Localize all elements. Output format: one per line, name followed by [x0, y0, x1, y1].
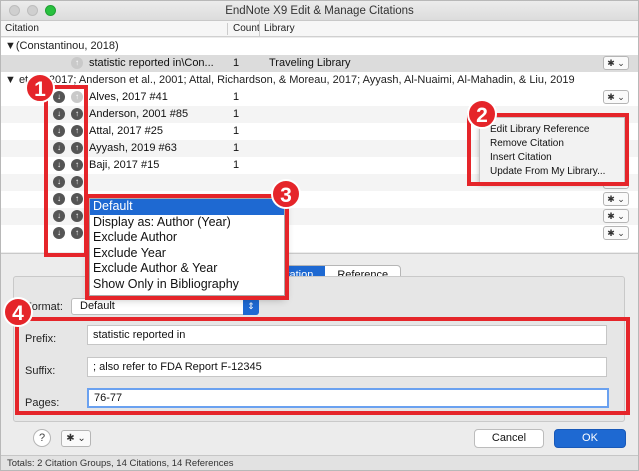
citation-count: 1 — [233, 91, 240, 103]
citation-count: 1 — [233, 57, 240, 69]
gear-menu-button[interactable]: ✱ ⌄ — [603, 56, 629, 70]
move-down-icon[interactable]: ↓ — [53, 176, 65, 188]
format-option-default[interactable]: Default — [90, 199, 284, 215]
sort-indicator-icon — [227, 23, 228, 35]
cancel-button[interactable]: Cancel — [474, 429, 544, 448]
suffix-input[interactable]: ; also refer to FDA Report F-12345 — [87, 357, 607, 377]
move-down-icon[interactable]: ↓ — [53, 193, 65, 205]
move-up-icon[interactable]: ↑ — [71, 193, 83, 205]
prefix-label: Prefix: — [25, 333, 57, 345]
group-label: ▼(Constantinou, 2018) — [5, 40, 119, 52]
format-option-author-year[interactable]: Display as: Author (Year) — [90, 215, 284, 231]
prefix-input[interactable]: statistic reported in — [87, 325, 607, 345]
suffix-label: Suffix: — [25, 365, 56, 377]
move-up-icon[interactable]: ↑ — [71, 227, 83, 239]
title-bar: EndNote X9 Edit & Manage Citations — [1, 1, 638, 21]
citation-text: Anderson, 2001 #85 — [89, 108, 189, 120]
format-option-exclude-year[interactable]: Exclude Year — [90, 246, 284, 262]
move-up-icon[interactable]: ↑ — [71, 210, 83, 222]
gear-menu-button[interactable]: ✱ ⌄ — [61, 430, 91, 447]
callout-badge-2: 2 — [467, 99, 497, 129]
move-down-icon[interactable]: ↓ — [53, 227, 65, 239]
format-option-exclude-author-year[interactable]: Exclude Author & Year — [90, 261, 284, 277]
callout-badge-4: 4 — [3, 297, 33, 327]
move-up-icon[interactable]: ↑ — [71, 142, 83, 154]
count-column-header[interactable]: Count — [233, 21, 260, 37]
group-label: ▼ et al., 2017; Anderson et al., 2001; A… — [5, 74, 575, 86]
close-button[interactable] — [9, 5, 20, 16]
menu-item-remove-citation[interactable]: Remove Citation — [490, 137, 624, 151]
move-up-icon: ↑ — [71, 57, 83, 69]
citation-text: statistic reported in\Con... — [89, 57, 214, 69]
gear-menu-button[interactable]: ✱ ⌄ — [603, 90, 629, 104]
citation-library: Traveling Library — [269, 57, 351, 69]
endnote-window: EndNote X9 Edit & Manage Citations Citat… — [0, 0, 639, 471]
citation-row[interactable]: ↑ statistic reported in\Con... 1 Traveli… — [1, 55, 638, 72]
citation-count: 1 — [233, 142, 240, 154]
library-column-header[interactable]: Library — [259, 21, 295, 37]
citation-text: Ayyash, 2019 #63 — [89, 142, 177, 154]
citation-group-row[interactable]: ▼ et al., 2017; Anderson et al., 2001; A… — [1, 72, 638, 89]
move-up-icon[interactable]: ↑ — [71, 125, 83, 137]
move-up-icon[interactable]: ↑ — [71, 108, 83, 120]
citation-column-header[interactable]: Citation — [5, 21, 39, 37]
zoom-button[interactable] — [45, 5, 56, 16]
move-up-icon: ↑ — [71, 91, 83, 103]
minimize-button[interactable] — [27, 5, 38, 16]
gear-menu-button[interactable]: ✱ ⌄ — [603, 192, 629, 206]
column-header: Citation Count Library — [1, 21, 638, 37]
move-up-icon[interactable]: ↑ — [71, 176, 83, 188]
citation-count: 1 — [233, 108, 240, 120]
menu-item-edit-library-reference[interactable]: Edit Library Reference — [490, 123, 624, 137]
citation-group-row[interactable]: ▼(Constantinou, 2018) — [1, 38, 638, 55]
citation-count: 1 — [233, 159, 240, 171]
format-option-exclude-author[interactable]: Exclude Author — [90, 230, 284, 246]
callout-badge-3: 3 — [271, 179, 301, 209]
ok-button[interactable]: OK — [554, 429, 626, 448]
format-select-value: Default — [80, 300, 115, 312]
move-down-icon[interactable]: ↓ — [53, 142, 65, 154]
move-down-icon[interactable]: ↓ — [53, 125, 65, 137]
citation-text: Alves, 2017 #41 — [89, 91, 168, 103]
format-select[interactable]: Default ⇕ — [71, 298, 259, 315]
gear-menu-button[interactable]: ✱ ⌄ — [603, 226, 629, 240]
pages-label: Pages: — [25, 397, 60, 409]
gear-menu-button[interactable]: ✱ ⌄ — [603, 209, 629, 223]
format-option-bibliography-only[interactable]: Show Only in Bibliography — [90, 277, 284, 293]
format-dropdown-menu: Default Display as: Author (Year) Exclud… — [89, 198, 285, 296]
window-controls — [9, 5, 56, 16]
citation-row[interactable]: ↓ ↑ Alves, 2017 #41 1 ✱ ⌄ — [1, 89, 638, 106]
move-down-icon[interactable]: ↓ — [53, 210, 65, 222]
citation-text: Attal, 2017 #25 — [89, 125, 164, 137]
menu-item-insert-citation[interactable]: Insert Citation — [490, 151, 624, 165]
menu-item-update-from-library[interactable]: Update From My Library... — [490, 165, 624, 179]
citation-text: Baji, 2017 #15 — [89, 159, 160, 171]
window-title: EndNote X9 Edit & Manage Citations — [225, 5, 414, 17]
move-up-icon[interactable]: ↑ — [71, 159, 83, 171]
chevron-updown-icon: ⇕ — [243, 298, 259, 315]
status-bar: Totals: 2 Citation Groups, 14 Citations,… — [1, 455, 638, 470]
move-down-icon[interactable]: ↓ — [53, 108, 65, 120]
help-button[interactable]: ? — [33, 429, 51, 447]
pages-input[interactable]: 76-77 — [87, 388, 609, 408]
citation-count: 1 — [233, 125, 240, 137]
move-down-icon[interactable]: ↓ — [53, 159, 65, 171]
callout-badge-1: 1 — [25, 73, 55, 103]
move-down-icon[interactable]: ↓ — [53, 91, 65, 103]
library-actions-menu: Edit Library Reference Remove Citation I… — [479, 117, 625, 183]
